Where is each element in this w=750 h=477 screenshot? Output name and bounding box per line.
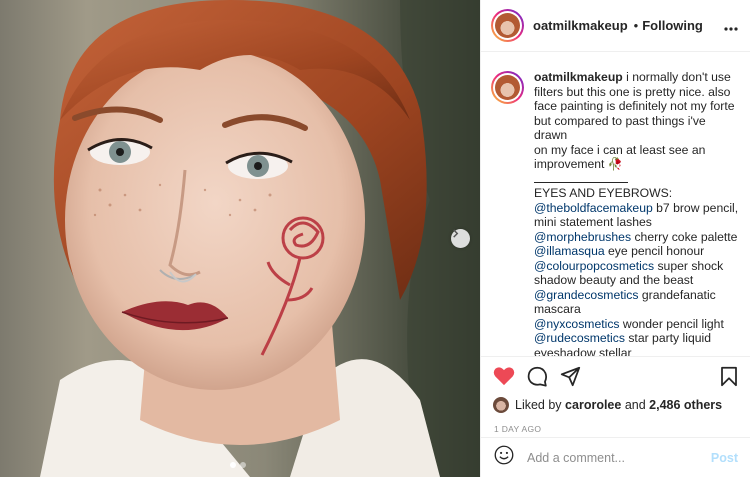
more-horizontal-icon <box>724 26 738 31</box>
mention-link[interactable]: @theboldfacemakeup <box>534 201 653 215</box>
carousel-next-button[interactable] <box>451 229 470 248</box>
caption-section: oatmilkmakeup i normally don't use filte… <box>481 52 750 357</box>
post-header: oatmilkmakeup • Following <box>481 0 750 52</box>
mention-link[interactable]: @colourpopcosmetics <box>534 259 654 273</box>
header-username[interactable]: oatmilkmakeup <box>533 18 628 33</box>
post-side-panel: oatmilkmakeup • Following oatmilkmakeup … <box>480 0 750 477</box>
mention-link[interactable]: @morphebrushes <box>534 230 631 244</box>
chevron-right-icon <box>453 229 459 238</box>
mention-link[interactable]: @rudecosmetics <box>534 331 625 345</box>
post-comment-button[interactable]: Post <box>711 451 738 465</box>
product-text: grandefanatic <box>638 287 716 302</box>
following-button[interactable]: Following <box>642 18 703 33</box>
caption-avatar[interactable] <box>491 71 524 104</box>
save-button[interactable] <box>720 366 738 387</box>
post-photo[interactable] <box>0 0 480 477</box>
carousel-indicator <box>230 462 246 468</box>
caption-text: oatmilkmakeup i normally don't use filte… <box>534 70 740 356</box>
caption-divider <box>534 172 740 187</box>
likes-middle: and <box>624 398 646 412</box>
caption-line: but compared to past things i've drawn <box>534 113 706 143</box>
product-text: shadow beauty and the beast <box>534 273 694 287</box>
share-icon <box>560 366 581 386</box>
product-text: star party liquid <box>624 331 711 345</box>
caption-line: filters but this one is pretty nice. als… <box>534 84 731 99</box>
caption-line: improvement 🥀 <box>534 157 624 171</box>
product-text: super shock <box>654 258 724 273</box>
likes-count-link[interactable]: 2,486 others <box>649 398 722 412</box>
bookmark-icon <box>721 366 737 386</box>
emoji-button[interactable] <box>494 445 514 470</box>
share-button[interactable] <box>560 366 581 387</box>
mention-link[interactable]: @nyxcosmetics <box>534 317 620 331</box>
avatar[interactable] <box>491 9 524 42</box>
caption-line: face painting is definitely not my forte <box>534 99 735 113</box>
product-text: mini statement lashes <box>534 215 652 229</box>
product-text: mascara <box>534 302 581 316</box>
smiley-icon <box>494 445 514 465</box>
action-bar <box>481 357 750 395</box>
caption-username[interactable]: oatmilkmakeup <box>534 70 623 84</box>
carousel-dot-active <box>230 462 236 468</box>
caption-section-title: EYES AND EYEBROWS: <box>534 186 673 200</box>
liker-avatar[interactable] <box>493 397 509 413</box>
heart-filled-icon <box>493 367 515 386</box>
like-button[interactable] <box>493 366 515 386</box>
product-text: eye pencil honour <box>604 244 705 258</box>
product-text: cherry coke palette <box>631 229 738 244</box>
header-separator: • <box>633 18 639 33</box>
likes-row: Liked by carorolee and 2,486 others <box>481 395 750 415</box>
product-text: eyeshadow stellar <box>534 345 632 357</box>
carousel-dot <box>240 462 246 468</box>
liker-username[interactable]: carorolee <box>565 398 621 412</box>
product-text: b7 brow pencil, <box>652 200 739 215</box>
product-text: wonder pencil light <box>619 316 724 331</box>
mention-link[interactable]: @grandecosmetics <box>534 288 639 302</box>
more-options-button[interactable] <box>724 18 738 34</box>
comment-icon <box>527 366 548 387</box>
caption-line: i normally don't use <box>622 70 731 84</box>
comment-input[interactable] <box>527 450 707 465</box>
portrait-image <box>40 0 480 477</box>
mention-link[interactable]: @illamasqua <box>534 244 605 258</box>
comment-button[interactable] <box>527 366 548 387</box>
likes-prefix: Liked by <box>515 398 562 412</box>
comment-box: Post <box>481 437 750 477</box>
caption-line: on my face i can at least see an <box>534 142 706 157</box>
